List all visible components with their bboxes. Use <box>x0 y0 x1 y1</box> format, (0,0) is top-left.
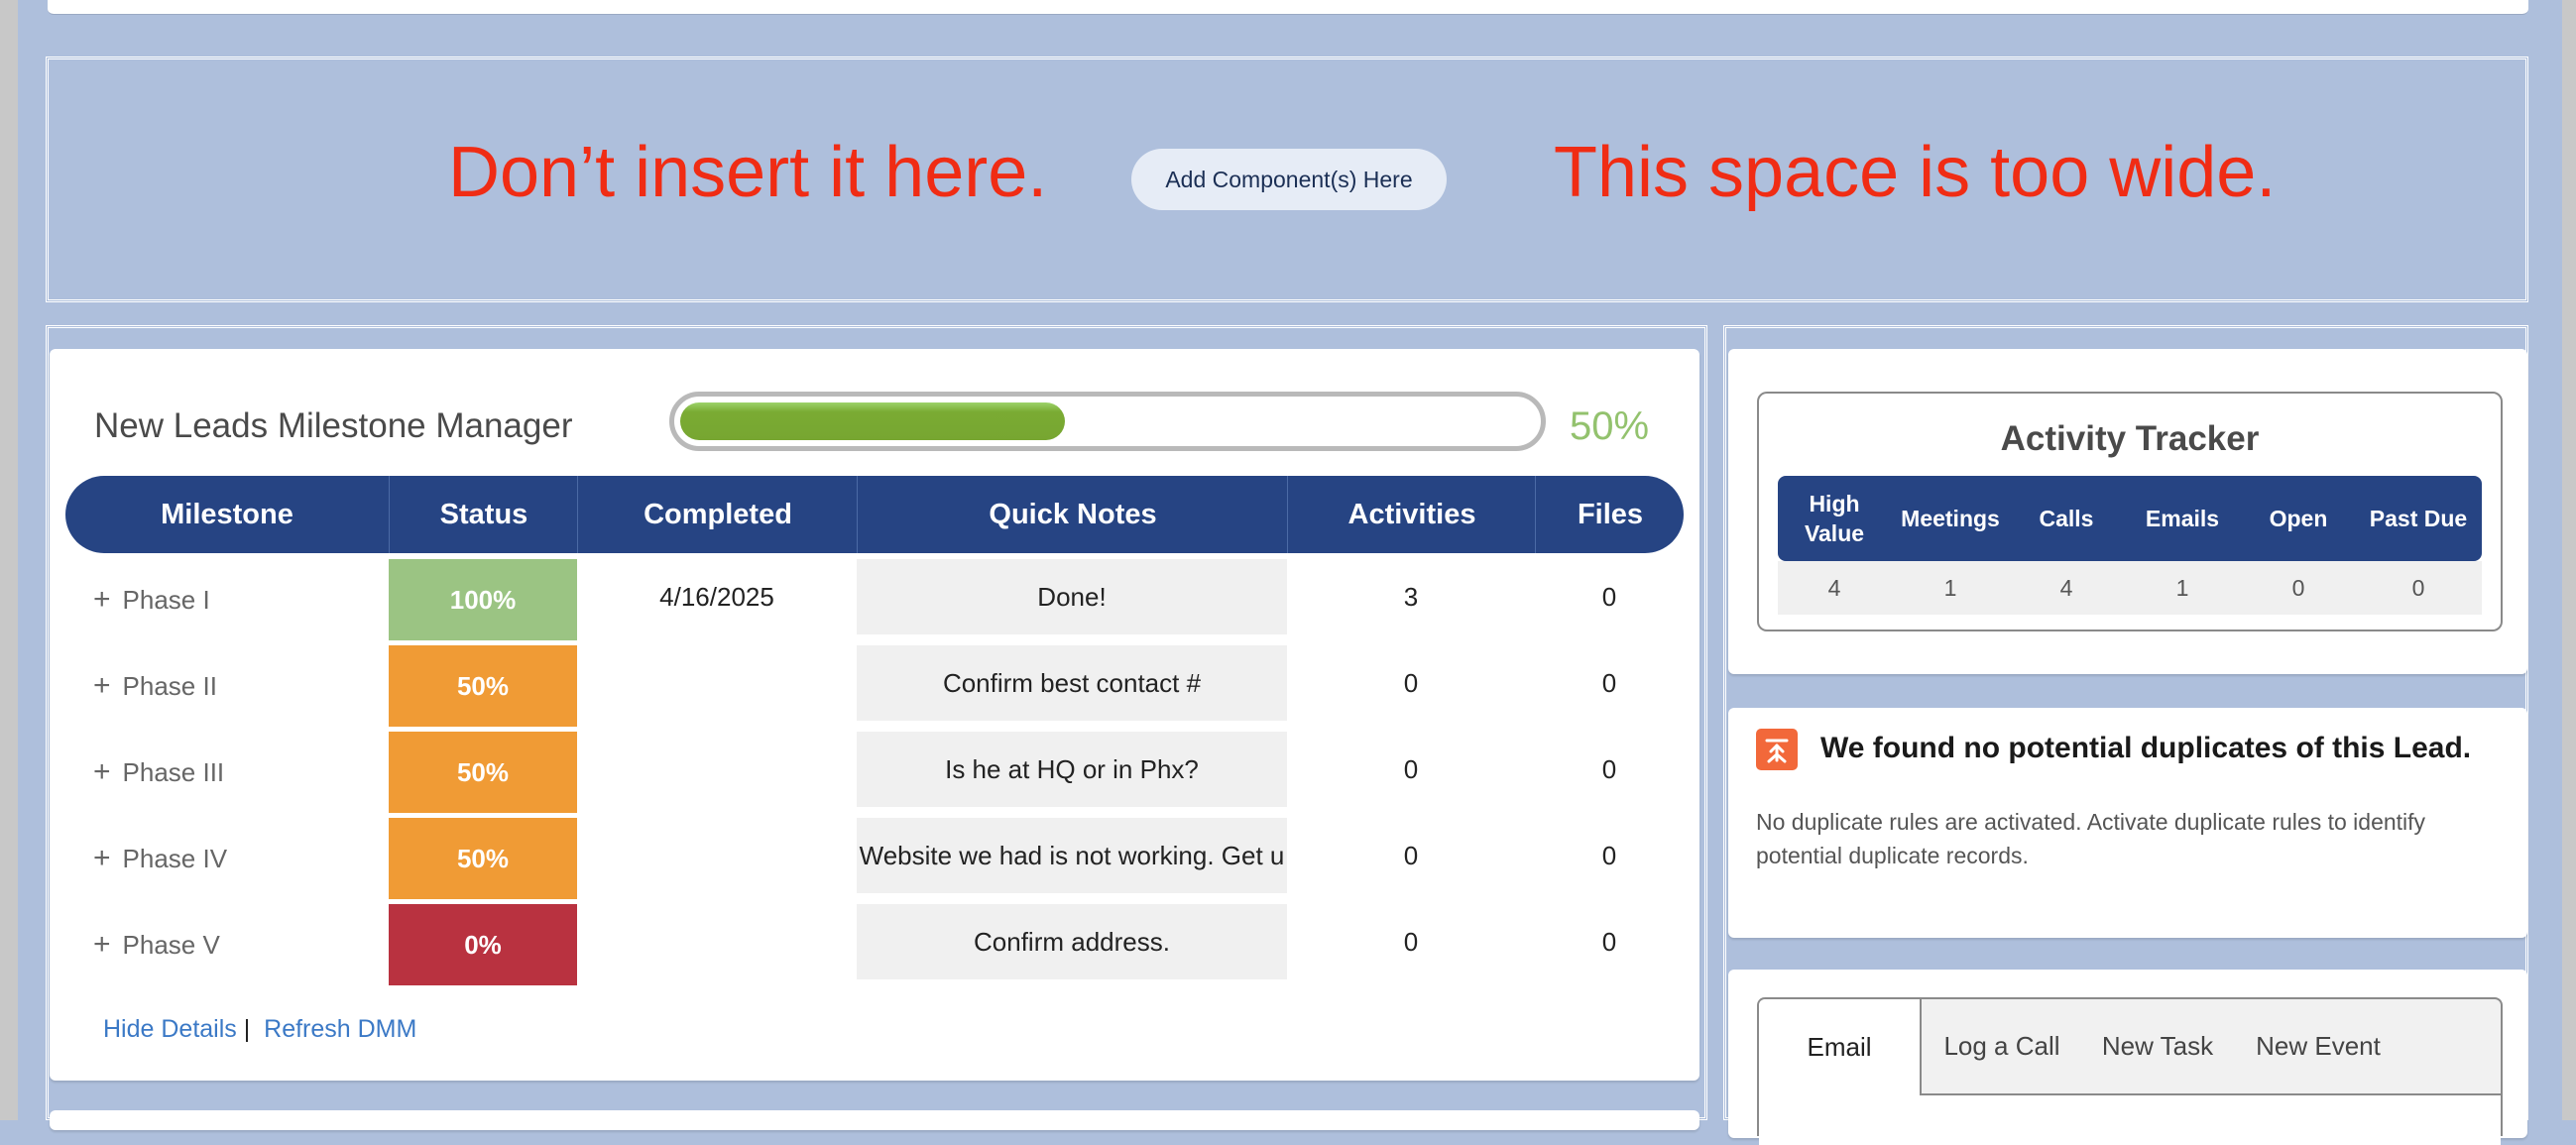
milestone-links: Hide Details | Refresh DMM <box>103 1015 416 1044</box>
tracker-value: 4 <box>2059 574 2073 601</box>
plus-icon: + <box>93 928 111 961</box>
completed-date <box>577 645 857 721</box>
duplicates-title: We found no potential duplicates of this… <box>1820 732 2472 764</box>
completed-date <box>577 732 857 807</box>
activity-tracker-values: 4 1 4 1 0 0 <box>1778 561 2482 615</box>
warning-text-left: Don’t insert it here. <box>448 133 1048 212</box>
files-count: 0 <box>1601 753 1617 784</box>
activity-tracker-header: High Value Meetings Calls Emails Open Pa… <box>1778 476 2482 561</box>
link-separator: | <box>243 1015 251 1043</box>
progress-bar <box>669 392 1546 451</box>
quick-note-field[interactable]: Confirm address. <box>857 904 1287 979</box>
plus-icon: + <box>93 755 111 788</box>
tracker-header-meetings: Meetings <box>1901 506 2000 531</box>
status-cell[interactable]: 50% <box>389 645 577 727</box>
milestone-manager-title: New Leads Milestone Manager <box>94 406 573 445</box>
files-count: 0 <box>1601 926 1617 957</box>
files-count: 0 <box>1601 840 1617 870</box>
files-count: 0 <box>1601 581 1617 612</box>
status-cell[interactable]: 50% <box>389 732 577 813</box>
progress-bar-fill <box>680 402 1065 440</box>
tracker-header-calls: Calls <box>2039 506 2094 531</box>
refresh-dmm-link[interactable]: Refresh DMM <box>264 1015 416 1043</box>
activities-count: 0 <box>1403 926 1419 957</box>
plus-icon: + <box>93 669 111 702</box>
merge-icon <box>1756 729 1798 770</box>
col-header-completed: Completed <box>577 476 858 553</box>
progress-percent-label: 50% <box>1570 404 1650 448</box>
phase-label: Phase III <box>122 756 225 787</box>
files-count: 0 <box>1601 667 1617 698</box>
tracker-header-high-value: High Value <box>1804 491 1865 546</box>
tracker-value: 0 <box>2411 574 2425 601</box>
duplicates-card: We found no potential duplicates of this… <box>1728 708 2527 938</box>
tab-new-task[interactable]: New Task <box>2082 999 2233 1093</box>
warning-text-right: This space is too wide. <box>1554 133 2277 212</box>
milestone-manager-card: New Leads Milestone Manager 50% Mileston… <box>50 349 1699 1081</box>
tracker-header-open: Open <box>2269 506 2328 531</box>
phase-label: Phase II <box>122 670 217 701</box>
tab-email[interactable]: Email <box>1759 999 1922 1095</box>
phase-label: Phase I <box>122 584 210 615</box>
frame-edge-left <box>0 0 18 1120</box>
next-card-edge <box>50 1110 1699 1130</box>
status-cell[interactable]: 0% <box>389 904 577 985</box>
milestone-row: + Phase II 50% Confirm best contact # 0 0 <box>50 645 1699 727</box>
tracker-value: 1 <box>1943 574 1957 601</box>
tracker-header-emails: Emails <box>2145 506 2220 531</box>
phase-label: Phase V <box>122 929 220 960</box>
tracker-value: 1 <box>2175 574 2189 601</box>
milestone-row: + Phase III 50% Is he at HQ or in Phx? 0 … <box>50 732 1699 813</box>
quick-note-field[interactable]: Is he at HQ or in Phx? <box>857 732 1287 807</box>
activity-tracker-card: Activity Tracker High Value Meetings Cal… <box>1728 349 2527 674</box>
status-cell[interactable]: 50% <box>389 818 577 899</box>
phase-expand-toggle[interactable]: + Phase V <box>93 904 220 985</box>
plus-icon: + <box>93 842 111 874</box>
quick-note-field[interactable]: Website we had is not working. Get u <box>857 818 1287 893</box>
col-header-files: Files <box>1535 476 1685 553</box>
quick-note-field[interactable]: Confirm best contact # <box>857 645 1287 721</box>
phase-expand-toggle[interactable]: + Phase IV <box>93 818 227 899</box>
frame-edge-right <box>2562 0 2576 1120</box>
tab-new-event[interactable]: New Event <box>2239 999 2398 1093</box>
completed-date <box>577 904 857 979</box>
phase-expand-toggle[interactable]: + Phase II <box>93 645 217 727</box>
col-header-activities: Activities <box>1287 476 1536 553</box>
milestone-table-header: Milestone Status Completed Quick Notes A… <box>65 476 1684 553</box>
hide-details-link[interactable]: Hide Details <box>103 1015 237 1043</box>
milestone-row: + Phase IV 50% Website we had is not work… <box>50 818 1699 899</box>
status-cell[interactable]: 100% <box>389 559 577 640</box>
activities-count: 0 <box>1403 753 1419 784</box>
tracker-value: 0 <box>2291 574 2305 601</box>
composer-body <box>1759 1095 2501 1145</box>
activities-count: 0 <box>1403 840 1419 870</box>
col-header-quick-notes: Quick Notes <box>857 476 1288 553</box>
col-header-status: Status <box>389 476 578 553</box>
milestone-row: + Phase V 0% Confirm address. 0 0 <box>50 904 1699 985</box>
phase-expand-toggle[interactable]: + Phase I <box>93 559 210 640</box>
milestone-row: + Phase I 100% 4/16/2025 Done! 3 0 <box>50 559 1699 640</box>
duplicates-message: No duplicate rules are activated. Activa… <box>1756 809 2426 868</box>
add-component-button[interactable]: Add Component(s) Here <box>1131 149 1447 210</box>
tab-log-a-call[interactable]: Log a Call <box>1928 999 2076 1093</box>
composer-tabs: Email Log a Call New Task New Event <box>1757 997 2503 1145</box>
activity-composer-card: Email Log a Call New Task New Event <box>1728 970 2527 1145</box>
top-card-strip <box>48 0 2528 15</box>
completed-date <box>577 818 857 893</box>
activities-count: 3 <box>1403 581 1419 612</box>
tracker-value: 4 <box>1827 574 1841 601</box>
activities-count: 0 <box>1403 667 1419 698</box>
activity-tracker-box: Activity Tracker High Value Meetings Cal… <box>1757 392 2503 631</box>
completed-date: 4/16/2025 <box>659 581 774 612</box>
quick-note-field[interactable]: Done! <box>857 559 1287 634</box>
phase-label: Phase IV <box>122 843 228 873</box>
plus-icon: + <box>93 583 111 616</box>
phase-expand-toggle[interactable]: + Phase III <box>93 732 224 813</box>
tracker-header-past-due: Past Due <box>2369 506 2468 531</box>
activity-tracker-title: Activity Tracker <box>2000 419 2260 458</box>
col-header-milestone: Milestone <box>161 498 293 530</box>
